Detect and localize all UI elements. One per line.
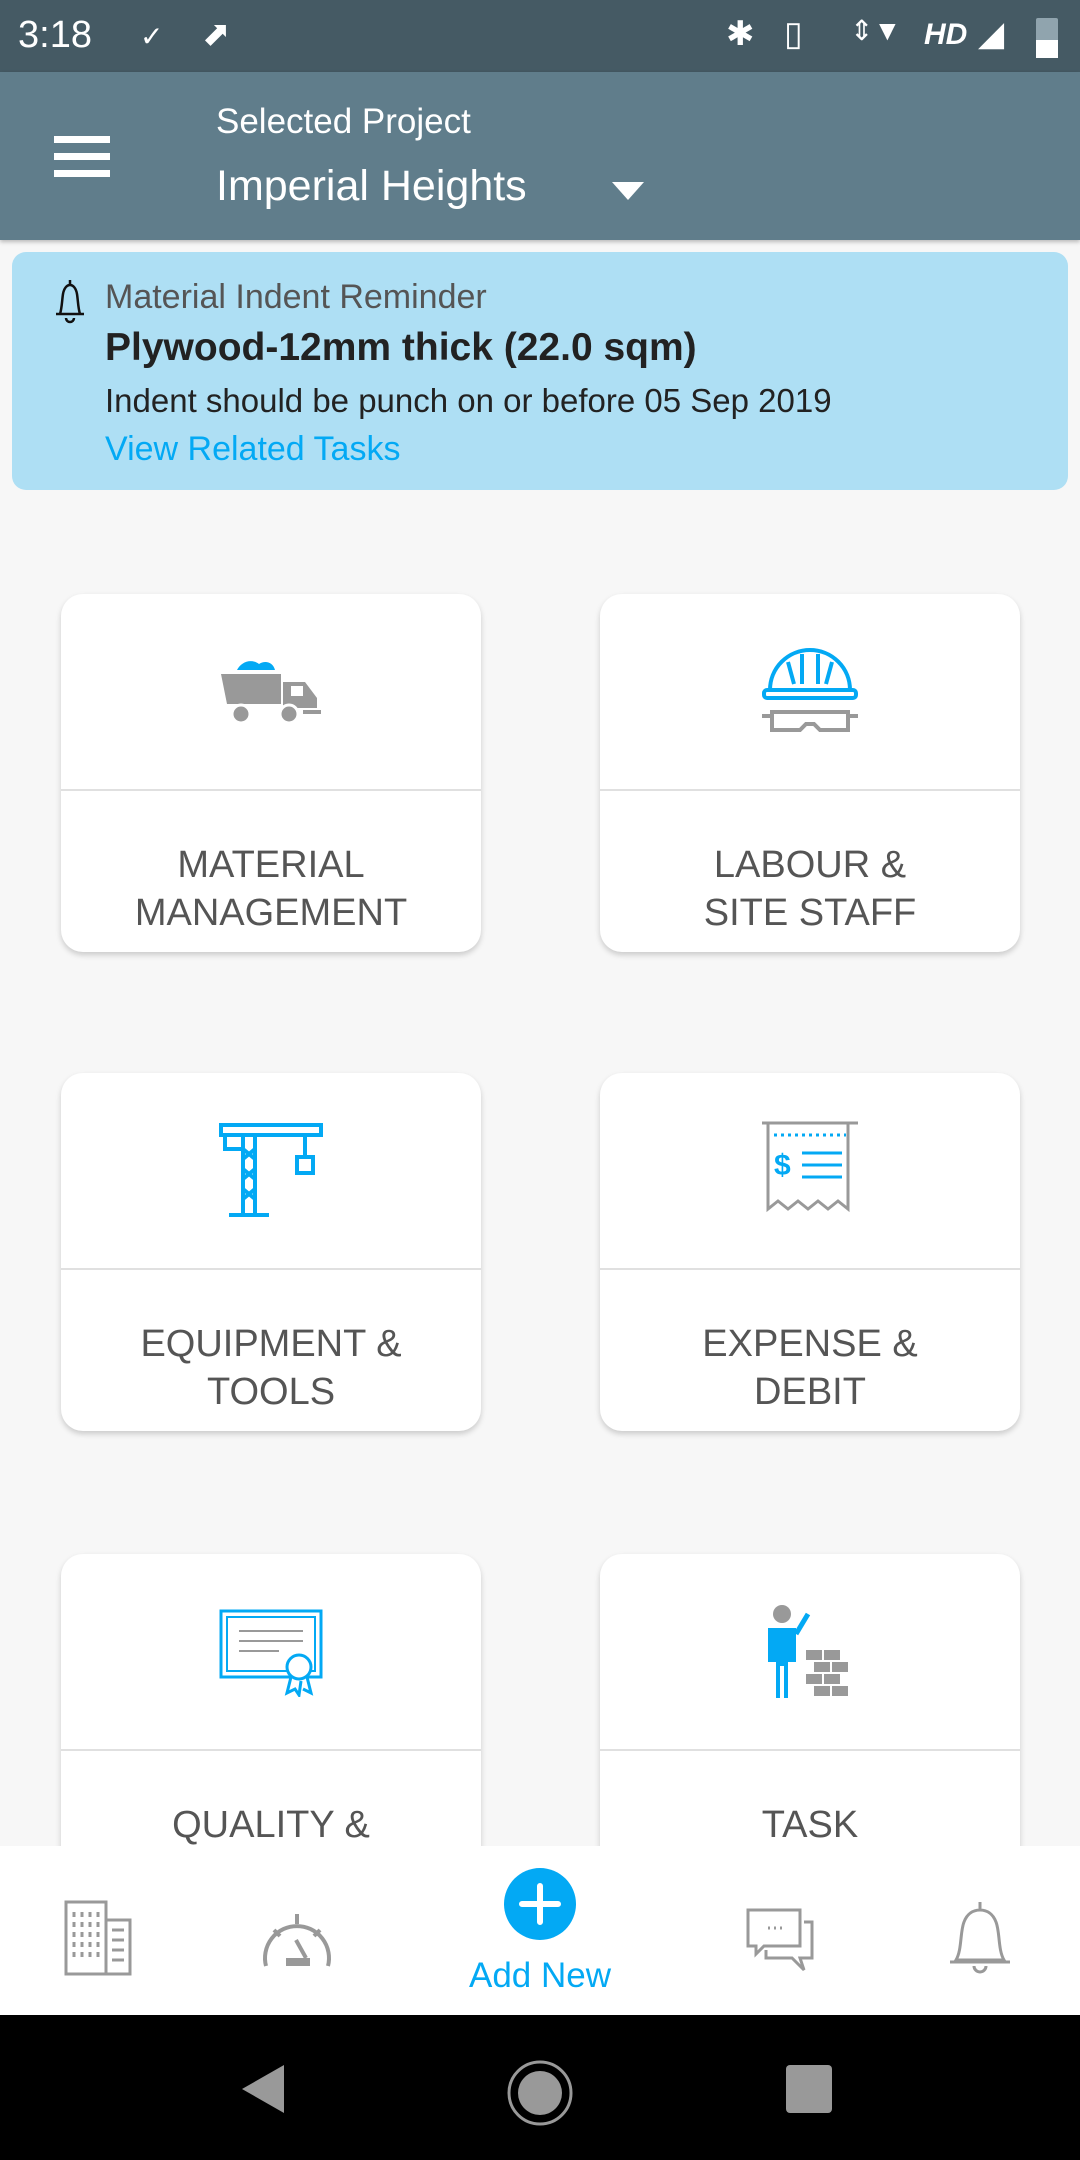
svg-text:$: $ [774, 1149, 791, 1182]
module-label: MATERIAL [177, 844, 365, 886]
certificate-icon [219, 1609, 323, 1697]
module-label: QUALITY & [172, 1804, 370, 1846]
module-label: SITE STAFF [703, 892, 917, 934]
selected-project-label: Selected Project [216, 102, 471, 141]
view-related-tasks-link[interactable]: View Related Tasks [105, 430, 400, 469]
add-new-button[interactable] [504, 1868, 576, 1940]
battery-icon [1036, 18, 1058, 58]
home-button[interactable] [506, 2059, 574, 2127]
crane-icon [219, 1122, 323, 1217]
receipt-icon: $ [762, 1121, 858, 1212]
worker-bricks-icon [768, 1604, 848, 1698]
app-notification-icon: ⬈ [202, 15, 231, 53]
module-label: TOOLS [206, 1371, 336, 1413]
module-label: EQUIPMENT & [140, 1323, 402, 1365]
bottom-nav: Add New [0, 1846, 1080, 2015]
status-time: 3:18 [18, 14, 92, 56]
back-button[interactable] [240, 2063, 288, 2115]
system-nav-bar [0, 2015, 1080, 2160]
module-label: LABOUR & [713, 844, 907, 886]
project-selector[interactable]: Imperial Heights [216, 162, 527, 211]
dropdown-caret-icon[interactable] [612, 182, 644, 200]
reminder-item: Plywood-12mm thick (22.0 sqm) [105, 326, 697, 369]
network-type: HD [924, 18, 968, 51]
signal-icon: ◢ [978, 15, 1005, 53]
reminder-banner: Material Indent Reminder Plywood-12mm th… [12, 252, 1068, 490]
vibrate-icon: ▯ [784, 15, 803, 53]
menu-icon[interactable] [54, 136, 110, 177]
wifi-icon: ⇕▼ [850, 15, 902, 46]
recents-button[interactable] [786, 2065, 832, 2113]
module-label: TASK [761, 1804, 859, 1846]
module-label: EXPENSE & [702, 1323, 918, 1365]
bluetooth-icon: ✱ [726, 15, 755, 53]
module-label: DEBIT [754, 1371, 866, 1413]
module-label: MANAGEMENT [134, 892, 408, 934]
app-header: Selected Project Imperial Heights [0, 72, 1080, 240]
add-new-label[interactable]: Add New [0, 1956, 1080, 1996]
module-expense-debit[interactable]: $ EXPENSE & DEBIT [600, 1073, 1020, 1431]
check-icon: ✓ [140, 21, 164, 52]
module-labour-site-staff[interactable]: LABOUR & SITE STAFF [600, 594, 1020, 952]
module-material-management[interactable]: MATERIAL MANAGEMENT [61, 594, 481, 952]
bell-icon [56, 280, 84, 324]
reminder-title: Material Indent Reminder [105, 278, 487, 316]
reminder-message: Indent should be punch on or before 05 S… [105, 382, 832, 419]
dump-truck-icon [221, 660, 321, 724]
chat-icon[interactable] [744, 1906, 818, 1972]
module-equipment-tools[interactable]: EQUIPMENT & TOOLS [61, 1073, 481, 1431]
status-bar: 3:18 ✓ ⬈ ✱ ▯ ⇕▼ HD ◢ [0, 0, 1080, 72]
hard-hat-goggles-icon [762, 647, 858, 732]
notifications-bell-icon[interactable] [948, 1900, 1012, 1976]
